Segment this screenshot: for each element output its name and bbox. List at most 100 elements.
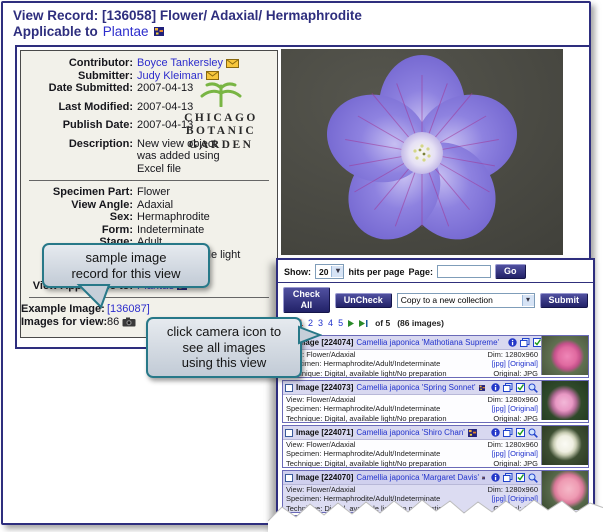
image-id: Image [224073] [296,383,353,392]
view-angle-value: Adaxial [137,199,173,211]
info-icon[interactable] [491,473,500,482]
taxon-icon[interactable] [154,27,164,36]
uncheck-button[interactable]: UnCheck [335,293,392,308]
page-number-link[interactable]: 5 [338,318,343,328]
record-original: Original: JPG [493,369,538,378]
email-icon[interactable] [226,59,239,68]
original-link[interactable]: [Original] [508,449,538,458]
hits-per-page-label: hits per page [348,267,404,277]
species-link[interactable]: Geranium 'Brookside' [356,518,432,527]
record-technique: Technique: Digital, available light/No p… [286,414,447,423]
callout-tail [76,284,112,309]
record-checkbox[interactable] [285,384,293,392]
last-page-icon[interactable] [358,319,368,328]
page-subtitle: Applicable to Plantae [13,24,164,39]
hits-per-page-select[interactable]: 20▾ [315,264,344,279]
record-details-panel: Contributor:Boyce Tankersley Submitter:J… [20,50,278,338]
list-controls-row: Show: 20▾ hits per page Page: Go [278,260,593,283]
record-checkbox[interactable] [285,429,293,437]
next-page-icon[interactable] [347,319,355,328]
camera-icon[interactable] [122,317,136,327]
original-link[interactable]: [Original] [508,404,538,413]
callout-line: sample image [52,250,200,266]
email-icon[interactable] [206,71,219,80]
contributor-label: Contributor: [21,57,137,70]
zoom-icon[interactable] [528,473,538,483]
image-thumbnail[interactable] [541,381,588,420]
copy-icon[interactable] [503,518,513,527]
taxon-icon[interactable] [479,384,486,392]
jpg-link[interactable]: [jpg] [492,359,506,368]
callout-tail [298,324,322,346]
record-view: View: Flower/Adaxial [286,395,355,404]
record-dim: Dim: 1280x960 [488,350,538,359]
record-checkbox[interactable] [285,474,293,482]
copy-icon[interactable] [503,428,513,437]
image-thumbnail[interactable] [541,516,588,532]
jpg-link[interactable]: [jpg] [492,494,506,503]
form-value: Indeterminate [137,224,204,236]
image-id: Image [224070] [296,473,353,482]
image-thumbnail[interactable] [541,336,588,375]
original-link[interactable]: [Original] [508,359,538,368]
record-specimen: Specimen: Hermaphrodite/Adult/Indetermin… [286,494,440,503]
record-checkbox[interactable] [285,519,293,527]
page-title: View Record: [136058] Flower/ Adaxial/ H… [13,8,362,23]
species-link[interactable]: Camellia japonica 'Margaret Davis' [356,473,479,482]
record-specimen: Specimen: Hermaphrodite/Adult/Indetermin… [286,359,440,368]
original-link[interactable]: [Original] [508,494,538,503]
edit-check-icon[interactable] [516,428,525,437]
pagination-of-text: of 5 [375,318,390,328]
image-record: Image [224071] Camellia japonica 'Shiro … [282,425,589,468]
species-link[interactable]: Camellia japonica 'Mathotiana Supreme' [356,338,499,347]
zoom-icon[interactable] [528,428,538,438]
jpg-link[interactable]: [jpg] [492,449,506,458]
species-link[interactable]: Camellia japonica 'Spring Sonnet' [356,383,475,392]
zoom-icon[interactable] [528,383,538,393]
submitter-link[interactable]: Judy Kleiman [137,70,203,82]
sex-label: Sex: [21,211,137,224]
edit-check-icon[interactable] [516,383,525,392]
collection-action-select[interactable]: Copy to a new collection▾ [397,293,535,308]
zoom-icon[interactable] [528,518,538,528]
show-label: Show: [284,267,311,277]
copy-icon[interactable] [503,473,513,482]
go-button[interactable]: Go [495,264,526,279]
info-icon[interactable] [491,383,500,392]
record-original: Original: JPG [493,414,538,423]
cbg-logo: CHICAGO BOTANIC GARDEN [170,81,272,152]
submit-button[interactable]: Submit [540,293,589,308]
example-image-link[interactable]: [136087] [107,303,150,315]
taxon-icon[interactable] [468,429,477,437]
image-thumbnail[interactable] [541,471,588,510]
taxon-icon[interactable] [482,474,485,482]
copy-icon[interactable] [503,383,513,392]
record-original: Original: JPG [493,459,538,468]
logo-text-line2: BOTANIC [170,125,272,139]
info-icon[interactable] [491,518,500,527]
specimen-part-value: Flower [137,186,170,198]
edit-check-icon[interactable] [516,473,525,482]
record-dim: Dim: 1280x960 [488,485,538,494]
taxon-icon[interactable] [435,519,444,527]
contributor-link[interactable]: Boyce Tankersley [137,57,223,69]
jpg-link[interactable]: [jpg] [492,404,506,413]
image-thumbnail[interactable] [541,426,588,465]
image-record-list: Image [224074] Camellia japonica 'Mathot… [278,332,593,532]
species-link[interactable]: Camellia japonica 'Shiro Chan' [356,428,464,437]
example-image-photo[interactable] [281,49,563,255]
page-number-link[interactable]: 4 [328,318,333,328]
info-icon[interactable] [508,338,517,347]
page-input[interactable] [437,265,491,278]
image-record: Image [224070] Camellia japonica 'Margar… [282,470,589,513]
batch-actions-row: Check All UnCheck Copy to a new collecti… [278,283,593,315]
edit-check-icon[interactable] [516,518,525,527]
info-icon[interactable] [491,428,500,437]
pagination-count-text: (86 images) [397,318,444,328]
check-all-button[interactable]: Check All [283,287,330,313]
record-view: View: Flower/Adaxial [286,440,355,449]
plantae-link[interactable]: Plantae [103,24,149,39]
form-label: Form: [21,224,137,237]
copy-icon[interactable] [520,338,530,347]
page-label: Page: [408,267,433,277]
